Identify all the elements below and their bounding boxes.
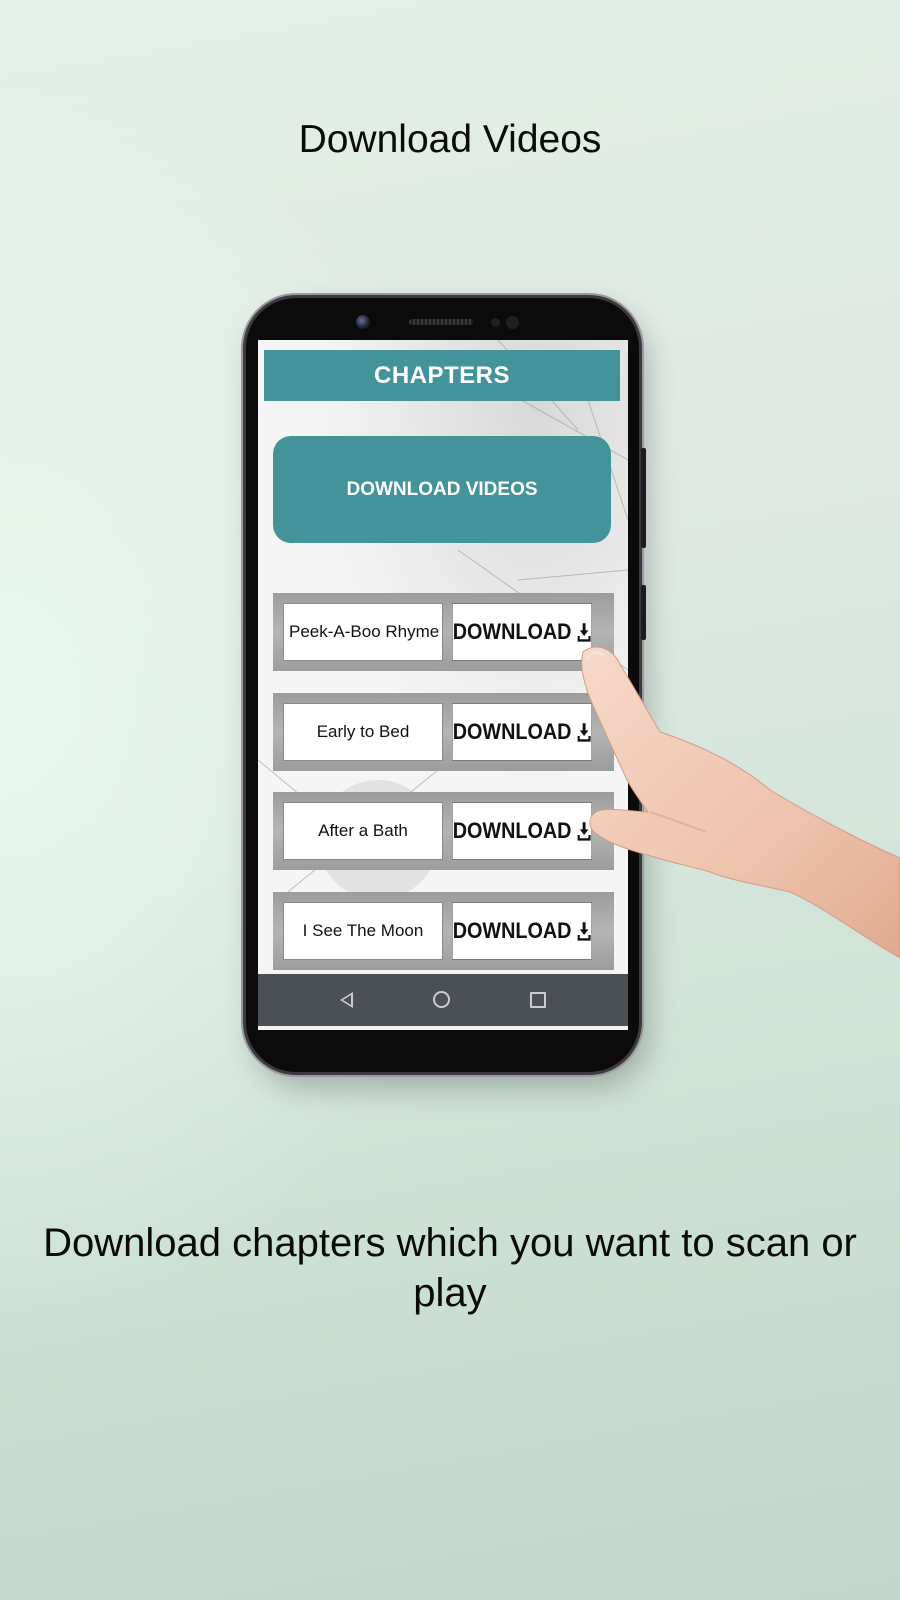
recents-icon[interactable] (530, 992, 546, 1008)
chapter-name: After a Bath (283, 802, 443, 860)
proximity-sensor (491, 318, 500, 327)
chapter-row-4: I See The Moon DOWNLOAD (273, 892, 614, 970)
home-icon[interactable] (433, 991, 450, 1008)
download-videos-button[interactable]: DOWNLOAD VIDEOS (273, 436, 611, 543)
chapter-row-2: Early to Bed DOWNLOAD (273, 693, 614, 771)
chapters-title-bar: CHAPTERS (264, 350, 620, 401)
back-icon[interactable] (340, 992, 353, 1008)
phone-screen: CHAPTERS DOWNLOAD VIDEOS Peek-A-Boo Rhym… (258, 340, 628, 1030)
download-icon (577, 822, 591, 841)
download-button-after-a-bath[interactable]: DOWNLOAD (451, 802, 593, 860)
download-icon (577, 922, 591, 941)
chapter-row-3: After a Bath DOWNLOAD (273, 792, 614, 870)
front-camera (356, 315, 370, 329)
chapter-name: Peek-A-Boo Rhyme (283, 603, 443, 661)
download-button-i-see-the-moon[interactable]: DOWNLOAD (451, 902, 593, 960)
light-sensor (506, 316, 519, 329)
download-button-label: DOWNLOAD (452, 818, 572, 843)
chapter-name: I See The Moon (283, 902, 443, 960)
headline: Download Videos (298, 118, 602, 161)
android-nav-bar (258, 974, 628, 1026)
caption-text: Download chapters which you want to scan… (43, 1221, 857, 1315)
download-icon (577, 723, 591, 742)
phone-mockup: CHAPTERS DOWNLOAD VIDEOS Peek-A-Boo Rhym… (246, 298, 646, 1072)
download-button-label: DOWNLOAD (452, 619, 572, 644)
earpiece-speaker (409, 319, 473, 325)
download-icon (577, 623, 591, 642)
volume-button (641, 448, 646, 548)
download-button-label: DOWNLOAD (452, 918, 572, 943)
power-button (641, 585, 646, 640)
download-button-early-to-bed[interactable]: DOWNLOAD (451, 703, 593, 761)
download-button-peek-a-boo[interactable]: DOWNLOAD (451, 603, 593, 661)
chapter-name: Early to Bed (283, 703, 443, 761)
chapter-row-1: Peek-A-Boo Rhyme DOWNLOAD (273, 593, 614, 671)
download-button-label: DOWNLOAD (452, 719, 572, 744)
